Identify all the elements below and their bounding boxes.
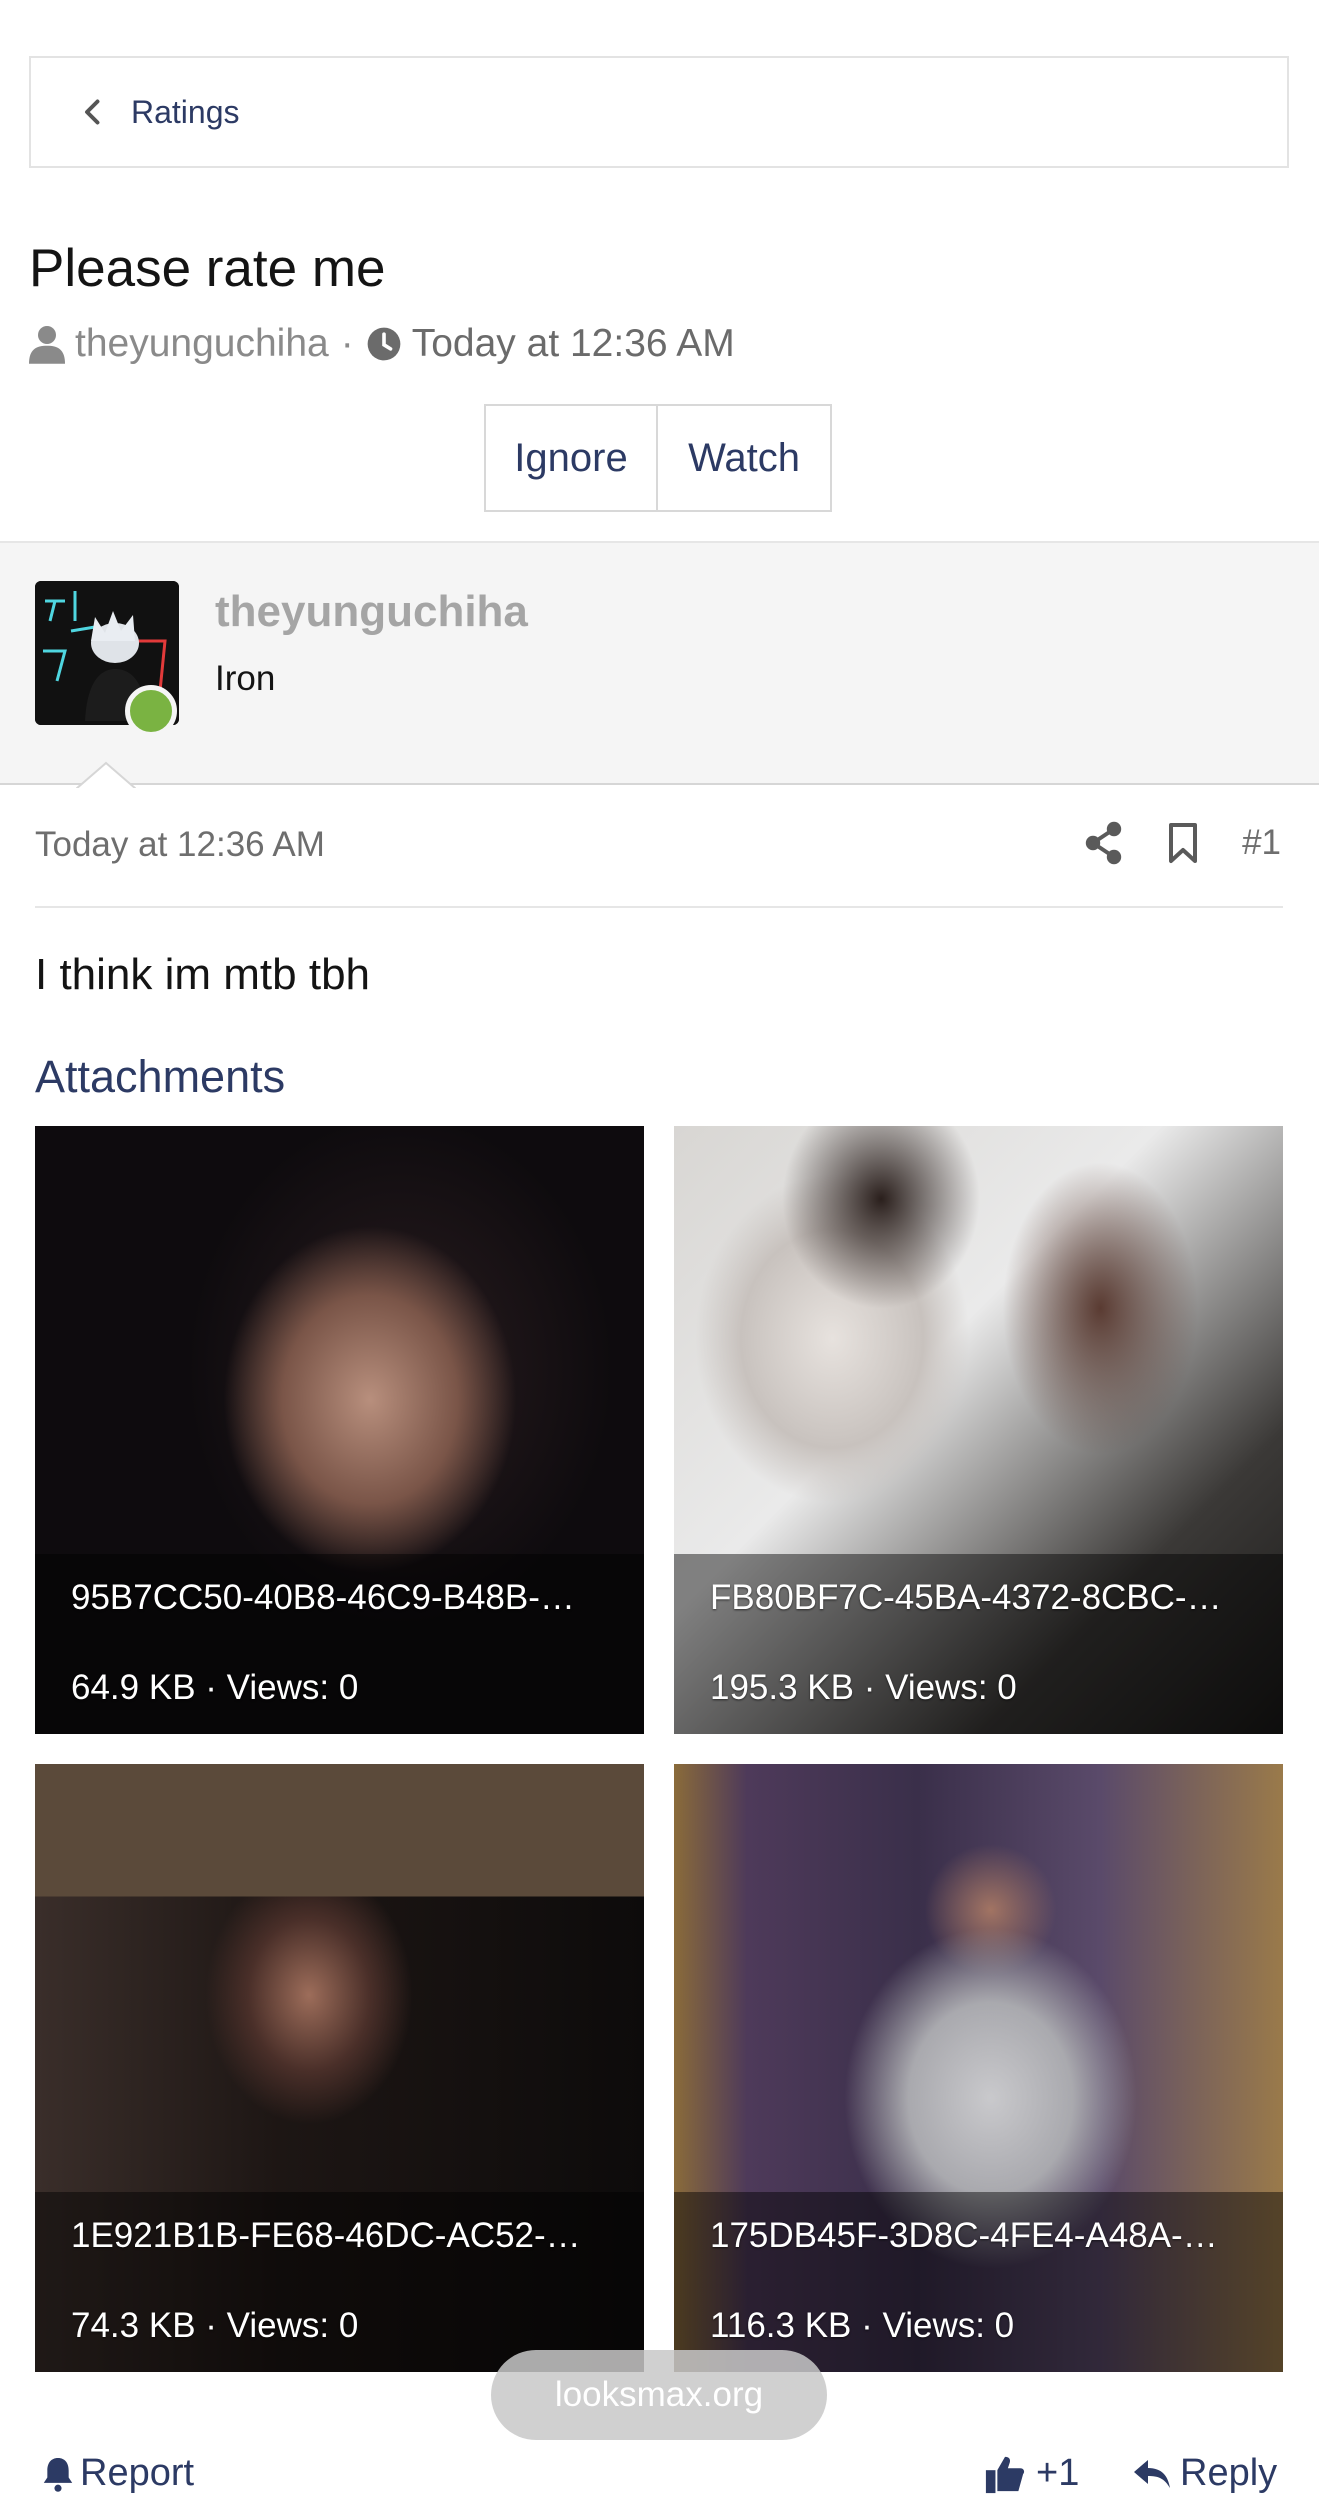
post-number-link[interactable]: #1 <box>1242 823 1281 863</box>
post-body: I think im mtb tbh <box>35 950 371 999</box>
attachment-filename[interactable]: FB80BF7C-45BA-4372-8CBC-… <box>710 1578 1247 1618</box>
like-button[interactable]: +1 <box>984 2452 1079 2495</box>
attachment-caption: 1E921B1B-FE68-46DC-AC52-… 74.3 KB · View… <box>35 2192 644 2372</box>
report-label: Report <box>80 2452 195 2494</box>
thread-action-buttons: Ignore Watch <box>484 404 832 512</box>
attachment-thumbnail[interactable]: 1E921B1B-FE68-46DC-AC52-… 74.3 KB · View… <box>35 1764 644 2372</box>
thumbs-up-icon <box>985 2456 1025 2493</box>
meta-separator: · <box>340 322 354 365</box>
attachment-meta: 195.3 KB · Views: 0 <box>710 1668 1017 1707</box>
attachment-meta: 116.3 KB · Views: 0 <box>710 2306 1015 2345</box>
post-actions: #1 <box>1084 820 1281 866</box>
post-header-divider <box>35 906 1283 908</box>
post-date[interactable]: Today at 12:36 AM <box>35 825 325 865</box>
site-watermark: looksmax.org <box>491 2350 827 2440</box>
report-button[interactable]: Report <box>42 2452 194 2495</box>
attachments-heading: Attachments <box>35 1051 286 1102</box>
attachment-filename[interactable]: 175DB45F-3D8C-4FE4-A48A-… <box>710 2216 1247 2256</box>
share-icon[interactable] <box>1084 820 1124 866</box>
attachment-caption: 95B7CC50-40B8-46C9-B48B-… 64.9 KB · View… <box>35 1554 644 1734</box>
breadcrumb-item-ratings[interactable]: Ratings <box>131 94 240 131</box>
attachment-caption: FB80BF7C-45BA-4372-8CBC-… 195.3 KB · Vie… <box>674 1554 1283 1734</box>
reply-icon <box>1134 2459 1170 2488</box>
reply-button[interactable]: Reply <box>1132 2452 1277 2495</box>
attachment-thumbnail[interactable]: 175DB45F-3D8C-4FE4-A48A-… 116.3 KB · Vie… <box>674 1764 1283 2372</box>
user-icon <box>29 326 65 364</box>
avatar[interactable] <box>35 581 179 737</box>
reply-label: Reply <box>1180 2452 1278 2494</box>
like-count: +1 <box>1036 2452 1080 2494</box>
post-user-block: theyunguchiha Iron <box>0 541 1319 791</box>
chevron-left-icon <box>85 99 100 125</box>
bell-icon <box>43 2457 73 2492</box>
watch-button[interactable]: Watch <box>658 406 830 510</box>
user-rank: Iron <box>215 659 276 698</box>
thread-meta: theyunguchiha · Today at 12:36 AM <box>29 322 735 366</box>
attachment-filename[interactable]: 95B7CC50-40B8-46C9-B48B-… <box>71 1578 608 1618</box>
page-title: Please rate me <box>29 239 386 298</box>
bookmark-icon[interactable] <box>1166 821 1200 865</box>
post-footer: Report +1 Reply <box>0 2440 1319 2494</box>
message-arrow <box>76 761 136 791</box>
thread-author-link[interactable]: theyunguchiha <box>75 322 329 366</box>
attachment-caption: 175DB45F-3D8C-4FE4-A48A-… 116.3 KB · Vie… <box>674 2192 1283 2372</box>
attachment-thumbnail[interactable]: FB80BF7C-45BA-4372-8CBC-… 195.3 KB · Vie… <box>674 1126 1283 1734</box>
breadcrumb[interactable]: Ratings <box>29 56 1289 168</box>
attachment-thumbnail[interactable]: 95B7CC50-40B8-46C9-B48B-… 64.9 KB · View… <box>35 1126 644 1734</box>
ignore-button[interactable]: Ignore <box>486 406 658 510</box>
clock-icon <box>367 327 401 361</box>
online-status-indicator <box>125 685 177 737</box>
post-author-name[interactable]: theyunguchiha <box>215 587 528 637</box>
attachment-meta: 64.9 KB · Views: 0 <box>71 1668 359 1707</box>
attachment-meta: 74.3 KB · Views: 0 <box>71 2306 359 2345</box>
attachment-filename[interactable]: 1E921B1B-FE68-46DC-AC52-… <box>71 2216 608 2256</box>
thread-date[interactable]: Today at 12:36 AM <box>412 322 735 366</box>
